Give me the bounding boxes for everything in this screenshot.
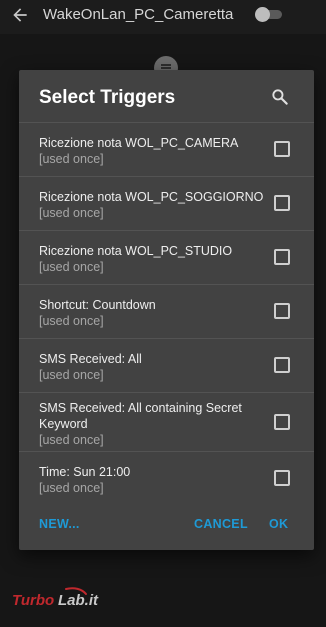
trigger-label: SMS Received: All containing Secret Keyw…	[39, 401, 242, 431]
trigger-item-sms-received-all[interactable]: SMS Received: All [used once]	[19, 338, 314, 392]
trigger-usage: [used once]	[39, 206, 104, 220]
trigger-checkbox[interactable]	[274, 414, 290, 430]
trigger-usage: [used once]	[39, 260, 104, 274]
ok-button[interactable]: OK	[269, 517, 288, 531]
trigger-checkbox[interactable]	[274, 303, 290, 319]
trigger-usage: [used once]	[39, 433, 104, 447]
cancel-button[interactable]: CANCEL	[194, 517, 248, 531]
trigger-usage: [used once]	[39, 152, 104, 166]
new-button[interactable]: NEW...	[39, 517, 80, 531]
trigger-label: SMS Received: All	[39, 352, 142, 366]
svg-text:Lab.it: Lab.it	[58, 592, 99, 609]
turbolab-watermark-logo: Turbo Lab.it	[12, 587, 99, 609]
trigger-checkbox[interactable]	[274, 195, 290, 211]
trigger-usage: [used once]	[39, 314, 104, 328]
trigger-label: Ricezione nota WOL_PC_STUDIO	[39, 244, 233, 258]
select-triggers-dialog: Select Triggers Ricezione nota WOL_PC_CA…	[19, 70, 314, 550]
trigger-item-wol-pc-soggiorno[interactable]: Ricezione nota WOL_PC_SOGGIORNO [used on…	[19, 176, 314, 230]
trigger-list: Ricezione nota WOL_PC_CAMERA [used once]…	[19, 122, 314, 506]
trigger-item-wol-pc-camera[interactable]: Ricezione nota WOL_PC_CAMERA [used once]	[19, 122, 314, 176]
trigger-item-shortcut-countdown[interactable]: Shortcut: Countdown [used once]	[19, 284, 314, 338]
trigger-label: Ricezione nota WOL_PC_CAMERA	[39, 136, 239, 150]
toggle-thumb	[255, 7, 270, 22]
dialog-actions: NEW... CANCEL OK	[19, 511, 314, 541]
trigger-label: Ricezione nota WOL_PC_SOGGIORNO	[39, 190, 264, 204]
back-arrow-icon[interactable]	[10, 5, 30, 25]
trigger-checkbox[interactable]	[274, 141, 290, 157]
svg-text:Turbo: Turbo	[12, 592, 54, 609]
trigger-label: Shortcut: Countdown	[39, 298, 156, 312]
search-icon[interactable]	[270, 87, 290, 107]
trigger-checkbox[interactable]	[274, 470, 290, 486]
trigger-item-wol-pc-studio[interactable]: Ricezione nota WOL_PC_STUDIO [used once]	[19, 230, 314, 284]
trigger-label: Time: Sun 21:00	[39, 465, 131, 479]
trigger-usage: [used once]	[39, 481, 104, 495]
macro-name-title: WakeOnLan_PC_Cameretta	[43, 6, 234, 23]
app-bar: WakeOnLan_PC_Cameretta	[0, 0, 326, 34]
dialog-title: Select Triggers	[39, 87, 176, 108]
trigger-item-time-sun-2100[interactable]: Time: Sun 21:00 [used once]	[19, 451, 314, 506]
trigger-usage: [used once]	[39, 368, 104, 382]
trigger-item-sms-secret-keyword[interactable]: SMS Received: All containing Secret Keyw…	[19, 392, 314, 451]
trigger-checkbox[interactable]	[274, 249, 290, 265]
macro-enabled-toggle[interactable]	[255, 7, 283, 22]
trigger-checkbox[interactable]	[274, 357, 290, 373]
